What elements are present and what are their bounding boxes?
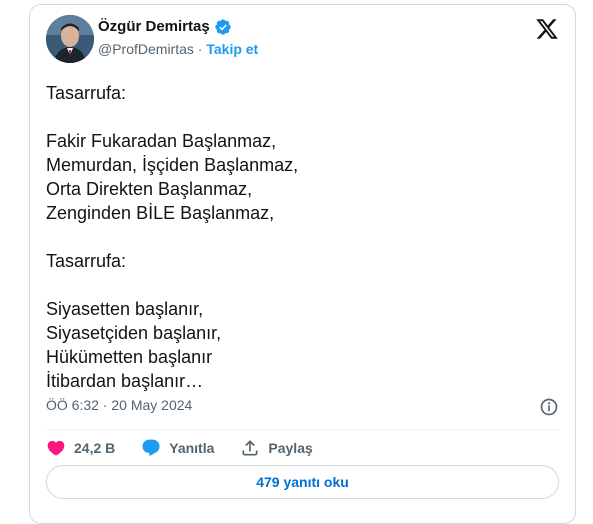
author-handle-row: @ProfDemirtas · Takip et bbox=[98, 39, 258, 59]
author-name-row: Özgür Demirtaş bbox=[98, 17, 258, 37]
tweet-text: Tasarrufa: Fakir Fukaradan Başlanmaz, Me… bbox=[46, 83, 299, 391]
author-handle[interactable]: @ProfDemirtas bbox=[98, 41, 194, 57]
read-replies-label: 479 yanıtı oku bbox=[256, 474, 349, 490]
share-icon bbox=[242, 440, 258, 456]
tweet-header: Özgür Demirtaş @ProfDemirtas · Takip et bbox=[46, 15, 559, 63]
tweet-timestamp[interactable]: ÖÖ 6:32 · 20 May 2024 bbox=[46, 397, 192, 413]
heart-icon bbox=[47, 440, 65, 456]
share-label: Paylaş bbox=[268, 440, 313, 456]
like-count: 24,2 B bbox=[74, 440, 116, 456]
x-logo-icon[interactable] bbox=[535, 17, 559, 41]
share-button[interactable]: Paylaş bbox=[240, 438, 313, 458]
like-button[interactable]: 24,2 B bbox=[46, 438, 115, 458]
avatar-photo bbox=[46, 15, 94, 63]
divider bbox=[46, 429, 559, 430]
reply-bubble-icon bbox=[142, 439, 160, 457]
reply-label: Yanıtla bbox=[169, 440, 215, 456]
tweet-actions: 24,2 B Yanıtla Paylaş bbox=[46, 435, 339, 461]
info-icon[interactable] bbox=[539, 397, 559, 417]
tweet-meta: ÖÖ 6:32 · 20 May 2024 bbox=[46, 397, 559, 419]
author-names: Özgür Demirtaş @ProfDemirtas · Takip et bbox=[98, 17, 258, 59]
handle-separator: · bbox=[197, 41, 203, 57]
verified-badge-icon bbox=[215, 19, 231, 35]
follow-button[interactable]: Takip et bbox=[206, 41, 258, 57]
tweet-card: Özgür Demirtaş @ProfDemirtas · Takip et … bbox=[29, 4, 576, 524]
read-replies-button[interactable]: 479 yanıtı oku bbox=[46, 465, 559, 499]
avatar[interactable] bbox=[46, 15, 94, 63]
reply-button[interactable]: Yanıtla bbox=[141, 438, 214, 458]
author-name[interactable]: Özgür Demirtaş bbox=[98, 17, 210, 37]
